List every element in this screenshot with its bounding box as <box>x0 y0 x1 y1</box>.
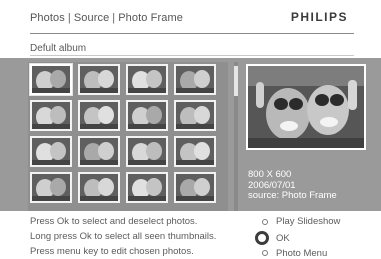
ok-button-icon[interactable] <box>255 231 269 245</box>
photo-thumbnail-icon <box>80 138 118 165</box>
scrollbar-thumb[interactable] <box>234 66 238 96</box>
photo-thumbnail[interactable] <box>30 172 72 203</box>
photo-frame-screen: Photos | Source | Photo Frame PHILIPS Defult… <box>0 0 381 259</box>
photo-thumbnail[interactable] <box>30 64 72 95</box>
photo-thumbnail[interactable] <box>174 136 216 167</box>
photo-thumbnail[interactable] <box>126 172 168 203</box>
photo-thumbnail[interactable] <box>78 136 120 167</box>
radio-icon[interactable] <box>262 219 268 225</box>
breadcrumb-item-photos[interactable]: Photos <box>30 12 65 24</box>
header-divider <box>30 33 354 34</box>
photo-thumbnail-icon <box>176 102 214 129</box>
option-ok[interactable]: OK <box>276 233 290 244</box>
option-photo-menu[interactable]: Photo Menu <box>276 248 327 259</box>
footer: Press Ok to select and deselect photos. … <box>0 211 381 259</box>
header: Photos | Source | Photo Frame PHILIPS <box>0 0 381 38</box>
photo-thumbnail-icon <box>176 66 214 93</box>
photo-thumbnail[interactable] <box>126 64 168 95</box>
photo-thumbnail[interactable] <box>30 136 72 167</box>
breadcrumb-item-source[interactable]: Source <box>74 12 109 24</box>
photo-preview <box>246 64 366 150</box>
photo-thumbnail[interactable] <box>174 100 216 131</box>
photo-thumbnail[interactable] <box>78 100 120 131</box>
photo-thumbnail[interactable] <box>78 64 120 95</box>
preview-photo-icon <box>248 66 364 148</box>
photo-thumbnail-icon <box>32 174 70 201</box>
photo-thumbnail-icon <box>128 174 166 201</box>
photo-thumbnail-icon <box>128 102 166 129</box>
hint-edit: Press menu key to edit chosen photos. <box>30 246 194 257</box>
main-panel: 800 X 600 2006/07/01 source: Photo Frame <box>0 58 381 211</box>
photo-thumbnail-icon <box>80 174 118 201</box>
brand-logo: PHILIPS <box>290 10 348 24</box>
photo-thumbnail-icon <box>80 66 118 93</box>
hint-select: Press Ok to select and deselect photos. <box>30 216 198 227</box>
photo-thumbnail[interactable] <box>174 172 216 203</box>
album-title: Defult album <box>30 43 87 54</box>
breadcrumb: Photos | Source | Photo Frame <box>30 12 183 24</box>
breadcrumb-separator: | <box>112 12 116 24</box>
photo-thumbnail-icon <box>176 174 214 201</box>
photo-thumbnail-icon <box>128 66 166 93</box>
photo-thumbnail-icon <box>32 66 70 93</box>
photo-thumbnail-icon <box>176 138 214 165</box>
photo-info: 800 X 600 2006/07/01 source: Photo Frame <box>248 169 337 202</box>
breadcrumb-separator: | <box>67 12 71 24</box>
radio-icon[interactable] <box>262 250 268 256</box>
photo-thumbnail[interactable] <box>30 100 72 131</box>
photo-thumbnail-icon <box>32 102 70 129</box>
photo-resolution: 800 X 600 <box>248 169 292 180</box>
album-divider <box>30 55 354 56</box>
photo-thumbnail-icon <box>128 138 166 165</box>
option-play-slideshow[interactable]: Play Slideshow <box>276 216 340 227</box>
photo-thumbnail-icon <box>80 102 118 129</box>
photo-thumbnail[interactable] <box>126 100 168 131</box>
photo-thumbnail[interactable] <box>174 64 216 95</box>
thumbnail-grid <box>28 62 228 211</box>
photo-source: source: Photo Frame <box>248 190 337 201</box>
breadcrumb-item-photo-frame[interactable]: Photo Frame <box>118 12 183 24</box>
hint-select-all: Long press Ok to select all seen thumbna… <box>30 231 217 242</box>
photo-thumbnail-icon <box>32 138 70 165</box>
photo-thumbnail[interactable] <box>126 136 168 167</box>
photo-thumbnail[interactable] <box>78 172 120 203</box>
